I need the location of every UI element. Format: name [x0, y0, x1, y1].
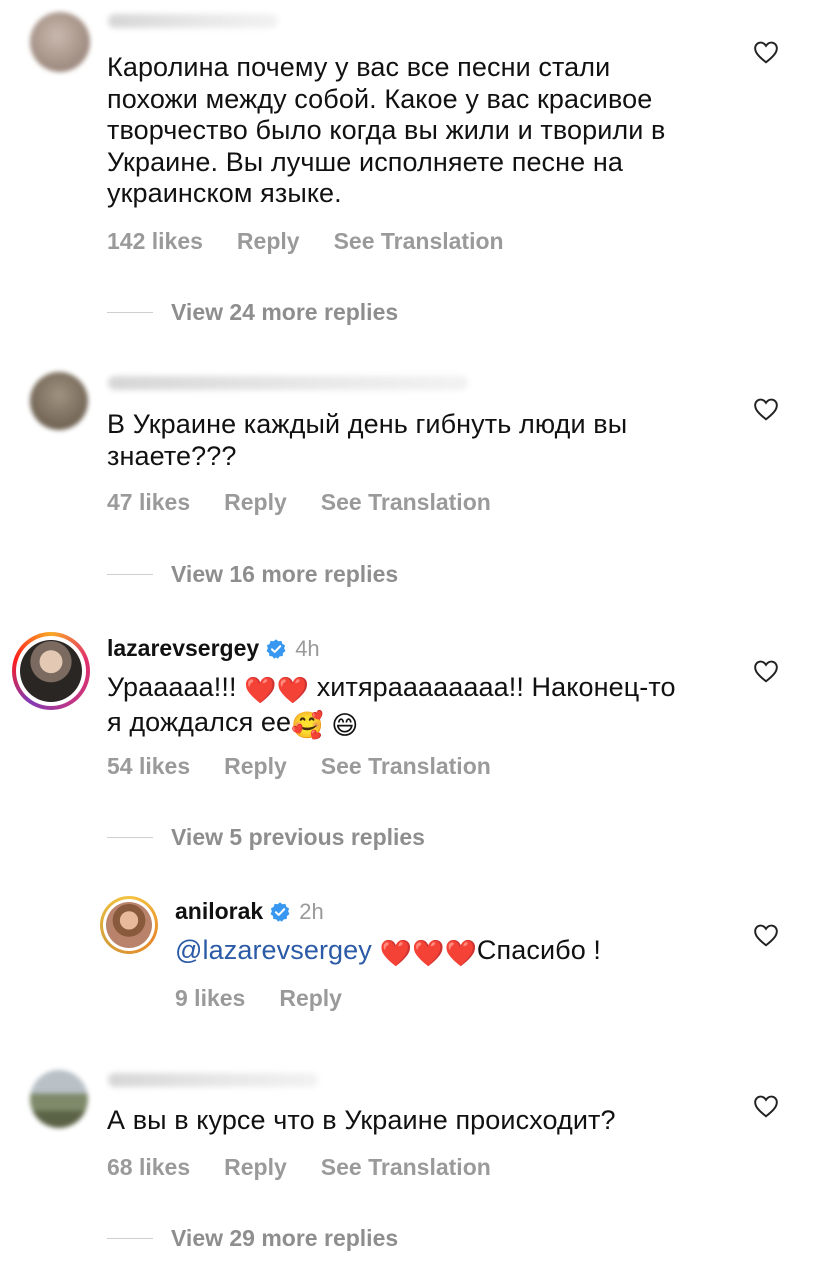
- reply-button[interactable]: Reply: [279, 985, 342, 1012]
- divider-line: [107, 311, 153, 314]
- username-blurred: [108, 14, 278, 28]
- comment-text: В Украине каждый день гибнуть люди вы зн…: [107, 409, 628, 471]
- avatar[interactable]: [30, 12, 90, 72]
- comment-text: @lazarevsergey ❤️❤️❤️Спасибо !: [175, 935, 602, 968]
- heart-icon[interactable]: [753, 923, 779, 947]
- comment-meta: 9 likes Reply: [175, 985, 342, 1012]
- smiling-face-with-hearts-emoji: 🥰: [291, 709, 324, 740]
- view-replies-label: View 5 previous replies: [171, 824, 425, 850]
- view-replies-label: View 29 more replies: [171, 1225, 399, 1251]
- heart-icon[interactable]: [753, 1094, 779, 1118]
- see-translation-link[interactable]: See Translation: [321, 753, 491, 780]
- reply-button[interactable]: Reply: [224, 753, 287, 780]
- see-translation-link[interactable]: See Translation: [334, 228, 504, 255]
- divider-line: [107, 573, 153, 576]
- likes-count[interactable]: 54 likes: [107, 753, 190, 780]
- view-replies-button[interactable]: View 24 more replies: [107, 299, 398, 326]
- mention-link[interactable]: @lazarevsergey: [175, 935, 372, 965]
- divider-line: [107, 1237, 153, 1240]
- timestamp: 2h: [299, 898, 324, 924]
- comment-meta: 142 likes Reply See Translation: [107, 228, 504, 255]
- comment-line-2: я дождался ее🥰 😄: [107, 706, 359, 740]
- reply-button[interactable]: Reply: [224, 1154, 287, 1181]
- likes-count[interactable]: 142 likes: [107, 228, 203, 255]
- comment-header: lazarevsergey 4h: [107, 635, 320, 662]
- likes-count[interactable]: 47 likes: [107, 489, 190, 516]
- see-translation-link[interactable]: See Translation: [321, 489, 491, 516]
- likes-count[interactable]: 9 likes: [175, 985, 245, 1012]
- comment-line-1: Урааааа!!! ❤️❤️ хитяраааааааа!! Наконец-…: [107, 672, 676, 705]
- comment-text: А вы в курсе что в Украине происходит?: [107, 1105, 616, 1135]
- reply-button[interactable]: Reply: [237, 228, 300, 255]
- grinning-face-emoji: 😄: [331, 709, 359, 740]
- avatar[interactable]: [106, 902, 152, 948]
- verified-badge-icon: [270, 901, 290, 922]
- username-blurred: [108, 376, 468, 390]
- comment-header: anilorak 2h: [175, 898, 324, 925]
- username-blurred: [108, 1073, 318, 1087]
- heart-icon[interactable]: [753, 40, 779, 64]
- divider-line: [107, 836, 153, 839]
- hearts-emoji: ❤️❤️❤️: [379, 938, 477, 968]
- heart-icon[interactable]: [753, 659, 779, 683]
- verified-badge-icon: [266, 638, 286, 659]
- reply-button[interactable]: Reply: [224, 489, 287, 516]
- view-replies-button[interactable]: View 29 more replies: [107, 1225, 398, 1252]
- username[interactable]: anilorak: [175, 898, 263, 925]
- view-previous-replies-button[interactable]: View 5 previous replies: [107, 824, 425, 851]
- see-translation-link[interactable]: See Translation: [321, 1154, 491, 1181]
- view-replies-label: View 16 more replies: [171, 561, 399, 587]
- heart-icon[interactable]: [753, 397, 779, 421]
- comment-text: Каролина почему у вас все песни стали по…: [107, 52, 666, 208]
- avatar[interactable]: [30, 372, 88, 430]
- comment-meta: 68 likes Reply See Translation: [107, 1154, 491, 1181]
- comment-meta: 47 likes Reply See Translation: [107, 489, 491, 516]
- comment-meta: 54 likes Reply See Translation: [107, 753, 491, 780]
- timestamp: 4h: [295, 635, 320, 661]
- view-replies-button[interactable]: View 16 more replies: [107, 561, 398, 588]
- view-replies-label: View 24 more replies: [171, 299, 399, 325]
- username[interactable]: lazarevsergey: [107, 635, 259, 662]
- hearts-emoji: ❤️❤️: [244, 675, 310, 705]
- avatar[interactable]: [30, 1070, 88, 1128]
- avatar[interactable]: [20, 640, 82, 702]
- likes-count[interactable]: 68 likes: [107, 1154, 190, 1181]
- comment-text: Урааааа!!! ❤️❤️ хитяраааааааа!! Наконец-…: [107, 672, 747, 741]
